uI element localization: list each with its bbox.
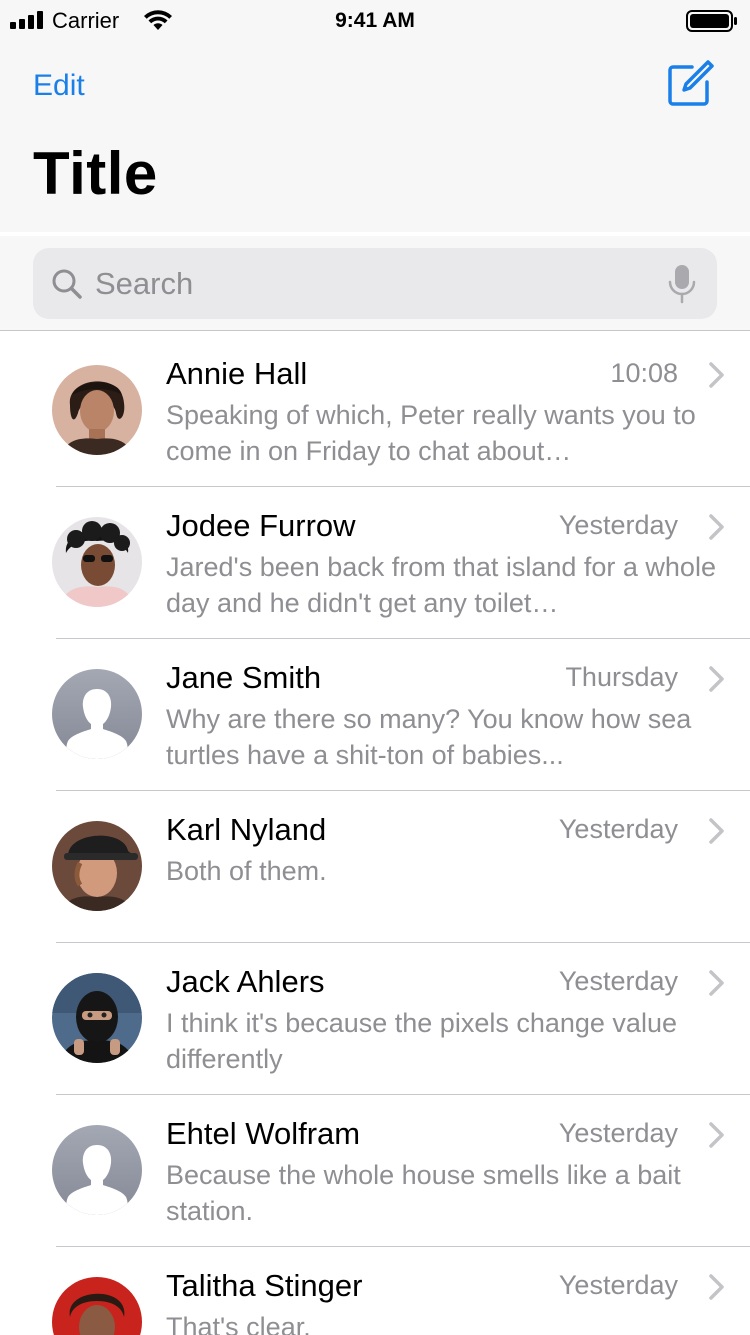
message-preview: Because the whole house smells like a ba… (166, 1160, 681, 1226)
contact-name: Ehtel Wolfram (166, 1116, 361, 1151)
message-date: Yesterday (558, 510, 678, 540)
message-preview: Speaking of which, Peter really wants yo… (166, 400, 696, 466)
navigation-header: Carrier 9:41 AM Edit Title (0, 0, 750, 232)
clock-time: 9:41 AM (335, 9, 415, 32)
conversation-row[interactable]: Jane Smith Thursday Why are there so man… (0, 639, 750, 791)
conversation-row[interactable]: Talitha Stinger Yesterday That's clear. (0, 1247, 750, 1335)
avatar-photo (52, 517, 142, 607)
chevron-right-icon (709, 666, 724, 692)
search-icon (52, 269, 82, 299)
avatar-placeholder-icon (52, 669, 142, 759)
page-title: Title (33, 140, 158, 207)
edit-button[interactable]: Edit (33, 68, 85, 104)
avatar-photo (52, 365, 142, 455)
contact-name: Jack Ahlers (166, 964, 325, 999)
contact-name: Talitha Stinger (166, 1268, 363, 1303)
contact-name: Jodee Furrow (166, 508, 356, 543)
avatar-photo (52, 973, 142, 1063)
chevron-right-icon (709, 1122, 724, 1148)
search-bar: Search (0, 236, 750, 331)
status-bar: Carrier 9:41 AM (0, 0, 750, 40)
contact-name: Karl Nyland (166, 812, 327, 847)
message-date: Yesterday (558, 1118, 678, 1148)
avatar-placeholder-icon (52, 1125, 142, 1215)
conversation-row[interactable]: Annie Hall 10:08 Speaking of which, Pete… (0, 335, 750, 487)
message-preview: Both of them. (166, 856, 327, 886)
message-date: Yesterday (558, 966, 678, 996)
chevron-right-icon (709, 818, 724, 844)
conversation-row[interactable]: Ehtel Wolfram Yesterday Because the whol… (0, 1095, 750, 1247)
conversation-row[interactable]: Jodee Furrow Yesterday Jared's been back… (0, 487, 750, 639)
message-date: Yesterday (558, 1270, 678, 1300)
message-preview: I think it's because the pixels change v… (166, 1008, 677, 1074)
chevron-right-icon (709, 970, 724, 996)
conversation-row[interactable]: Jack Ahlers Yesterday I think it's becau… (0, 943, 750, 1095)
conversation-row[interactable]: Karl Nyland Yesterday Both of them. (0, 791, 750, 943)
message-preview: That's clear. (166, 1312, 311, 1335)
avatar-photo (52, 1277, 142, 1335)
compose-icon[interactable] (664, 58, 716, 110)
contact-name: Jane Smith (166, 660, 322, 695)
message-date: Thursday (565, 662, 678, 692)
chevron-right-icon (709, 362, 724, 388)
message-preview: Why are there so many? You know how sea … (166, 704, 692, 770)
chevron-right-icon (709, 1274, 724, 1300)
microphone-icon[interactable] (667, 264, 697, 304)
contact-name: Annie Hall (166, 356, 308, 391)
message-date: 10:08 (610, 358, 678, 388)
chevron-right-icon (709, 514, 724, 540)
avatar-photo (52, 821, 142, 911)
message-date: Yesterday (558, 814, 678, 844)
message-preview: Jared's been back from that island for a… (166, 552, 716, 618)
search-input[interactable]: Search (33, 248, 717, 319)
battery-icon (686, 10, 737, 32)
search-placeholder: Search (95, 266, 194, 301)
conversation-list: Annie Hall 10:08 Speaking of which, Pete… (0, 335, 750, 1335)
